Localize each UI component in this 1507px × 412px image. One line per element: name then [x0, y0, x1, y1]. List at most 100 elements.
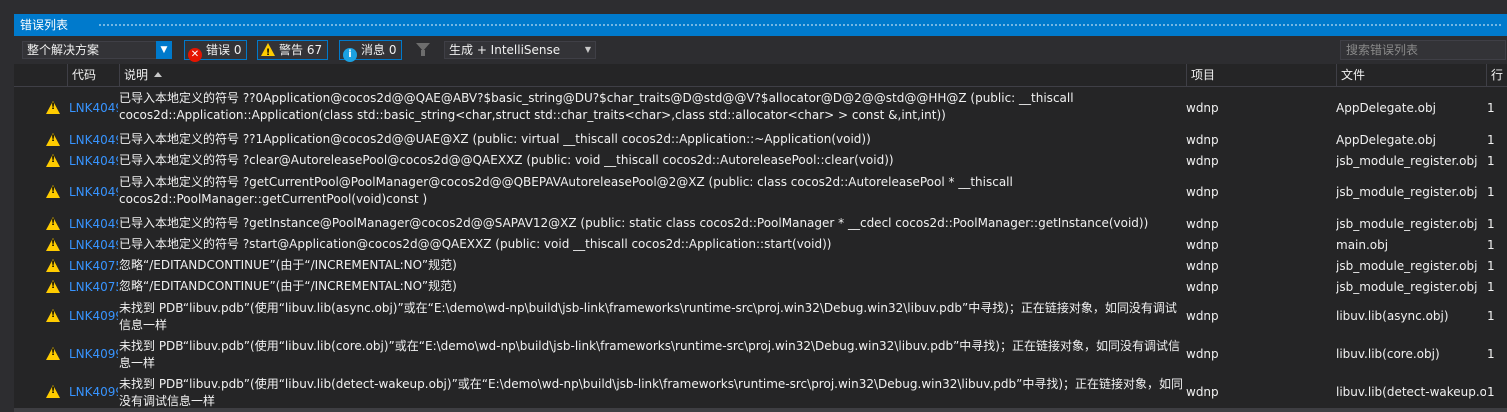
error-line: 1	[1487, 101, 1495, 115]
table-row[interactable]: LNK4049已导入本地定义的符号 ?clear@AutoreleasePool…	[14, 150, 1507, 171]
chevron-down-icon[interactable]: ▼	[156, 41, 172, 59]
column-header-description-label: 说明	[124, 68, 149, 82]
error-code-link[interactable]: LNK4049	[69, 216, 118, 233]
messages-label: 消息 0	[361, 43, 397, 57]
table-row[interactable]: LNK4099未找到 PDB“libuv.pdb”(使用“libuv.lib(a…	[14, 297, 1507, 335]
column-header-code[interactable]: 代码	[67, 64, 119, 86]
chevron-down-icon: ▼	[584, 45, 591, 54]
warning-icon	[46, 132, 60, 146]
warning-icon	[46, 385, 60, 398]
error-code-link[interactable]: LNK4099	[69, 346, 118, 363]
error-description: 忽略“/EDITANDCONTINUE”(由于“/INCREMENTAL:NO”…	[119, 258, 457, 272]
error-project: wdnp	[1186, 279, 1219, 294]
error-list: LNK4049已导入本地定义的符号 ??0Application@cocos2d…	[14, 87, 1507, 412]
error-line: 1	[1487, 153, 1495, 168]
table-row[interactable]: LNK4049已导入本地定义的符号 ??1Application@cocos2d…	[14, 129, 1507, 150]
scope-dropdown[interactable]: 整个解决方案 ▼	[22, 41, 172, 59]
horizontal-scrollbar[interactable]	[14, 408, 1507, 412]
error-line: 1	[1487, 237, 1495, 252]
error-code-link[interactable]: LNK4049	[69, 100, 118, 117]
error-line: 1	[1487, 258, 1495, 273]
column-header-file[interactable]: 文件	[1336, 64, 1486, 86]
column-header-project-label: 项目	[1191, 68, 1216, 82]
error-code-link[interactable]: LNK4099	[69, 384, 118, 401]
error-line: 1	[1487, 279, 1495, 294]
error-description: 未找到 PDB“libuv.pdb”(使用“libuv.lib(core.obj…	[119, 339, 1180, 370]
table-row[interactable]: LNK4049已导入本地定义的符号 ??0Application@cocos2d…	[14, 87, 1507, 129]
warning-icon	[46, 347, 60, 360]
column-header-code-label: 代码	[72, 68, 97, 82]
error-line: 1	[1487, 185, 1495, 199]
column-header-project[interactable]: 项目	[1186, 64, 1336, 86]
error-file: libuv.lib(async.obj)	[1336, 309, 1449, 323]
build-filter-dropdown[interactable]: 生成 + IntelliSense ▼	[444, 41, 596, 59]
table-row[interactable]: LNK4099未找到 PDB“libuv.pdb”(使用“libuv.lib(c…	[14, 335, 1507, 373]
warning-icon	[46, 237, 60, 251]
error-code-link[interactable]: LNK4099	[69, 308, 118, 325]
error-file: libuv.lib(detect-wakeup.obj)	[1336, 385, 1486, 399]
error-code-link[interactable]: LNK4049	[69, 184, 118, 201]
error-line: 1	[1487, 216, 1495, 231]
search-input[interactable]: 搜索错误列表	[1340, 40, 1506, 60]
error-project: wdnp	[1186, 258, 1219, 273]
error-code-link[interactable]: LNK4049	[69, 132, 118, 149]
error-project: wdnp	[1186, 237, 1219, 252]
table-row[interactable]: LNK4075忽略“/EDITANDCONTINUE”(由于“/INCREMEN…	[14, 255, 1507, 276]
panel-titlebar: 错误列表	[14, 14, 1507, 36]
warnings-filter-button[interactable]: 警告 67	[257, 40, 329, 62]
column-header-line[interactable]: 行	[1486, 64, 1507, 86]
table-row[interactable]: LNK4099未找到 PDB“libuv.pdb”(使用“libuv.lib(d…	[14, 373, 1507, 411]
errors-label: 错误 0	[206, 43, 242, 57]
error-project: wdnp	[1186, 153, 1219, 168]
error-description: 忽略“/EDITANDCONTINUE”(由于“/INCREMENTAL:NO”…	[119, 279, 457, 293]
error-project: wdnp	[1186, 132, 1219, 147]
column-header-line-label: 行	[1491, 68, 1504, 82]
error-code-link[interactable]: LNK4075	[69, 258, 118, 275]
warning-icon	[46, 258, 60, 272]
error-code-link[interactable]: LNK4075	[69, 279, 118, 296]
error-description: 已导入本地定义的符号 ?getCurrentPool@PoolManager@c…	[119, 175, 1013, 206]
table-row[interactable]: LNK4049已导入本地定义的符号 ?start@Application@coc…	[14, 234, 1507, 255]
error-code-link[interactable]: LNK4049	[69, 153, 118, 170]
error-file: jsb_module_register.obj	[1336, 279, 1478, 294]
top-strip	[0, 0, 1507, 14]
info-icon: i	[343, 48, 357, 62]
error-description: 已导入本地定义的符号 ??0Application@cocos2d@@QAE@A…	[119, 91, 1074, 122]
error-line: 1	[1487, 347, 1495, 361]
error-project: wdnp	[1186, 185, 1219, 199]
search-placeholder: 搜索错误列表	[1346, 43, 1419, 57]
error-line: 1	[1487, 132, 1495, 147]
errors-filter-button[interactable]: ✕ 错误 0	[184, 40, 248, 62]
table-row[interactable]: LNK4049已导入本地定义的符号 ?getCurrentPool@PoolMa…	[14, 171, 1507, 213]
error-file: main.obj	[1336, 237, 1389, 252]
error-code-link[interactable]: LNK4049	[69, 237, 118, 254]
error-file: jsb_module_register.obj	[1336, 216, 1478, 231]
error-project: wdnp	[1186, 309, 1219, 323]
toolbar: 整个解决方案 ▼ ✕ 错误 0 警告 67 i 消息 0 生成 + IntelliS…	[14, 36, 1507, 64]
error-file: jsb_module_register.obj	[1336, 258, 1478, 273]
filter-icon[interactable]	[416, 43, 430, 56]
warning-icon	[46, 101, 60, 114]
build-filter-value: 生成 + IntelliSense	[449, 43, 561, 57]
error-file: libuv.lib(core.obj)	[1336, 347, 1440, 361]
error-description: 未找到 PDB“libuv.pdb”(使用“libuv.lib(detect-w…	[119, 377, 1184, 408]
table-row[interactable]: LNK4075忽略“/EDITANDCONTINUE”(由于“/INCREMEN…	[14, 276, 1507, 297]
warning-icon	[46, 153, 60, 167]
table-row[interactable]: LNK4049已导入本地定义的符号 ?getInstance@PoolManag…	[14, 213, 1507, 234]
error-project: wdnp	[1186, 385, 1219, 399]
titlebar-grip[interactable]	[98, 23, 1501, 28]
error-file: AppDelegate.obj	[1336, 101, 1436, 115]
warning-icon	[46, 185, 60, 198]
warning-icon	[46, 309, 60, 322]
warning-icon	[46, 279, 60, 293]
messages-filter-button[interactable]: i 消息 0	[339, 40, 403, 62]
warning-icon	[46, 216, 60, 230]
sort-ascending-icon	[154, 72, 163, 77]
panel-title: 错误列表	[20, 18, 69, 32]
scope-value: 整个解决方案	[27, 43, 100, 57]
warning-icon	[261, 43, 275, 62]
error-description: 已导入本地定义的符号 ?clear@AutoreleasePool@cocos2…	[119, 153, 894, 167]
column-header-description[interactable]: 说明	[119, 64, 1186, 86]
column-header-file-label: 文件	[1341, 68, 1366, 82]
error-icon: ✕	[188, 48, 202, 62]
